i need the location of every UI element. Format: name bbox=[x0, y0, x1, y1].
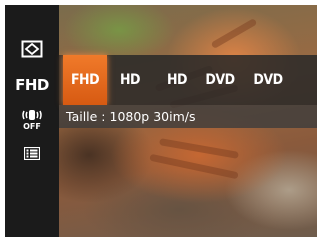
sidebar-resolution-label: FHD bbox=[15, 76, 49, 94]
resolution-option-hd[interactable]: HD bbox=[108, 55, 152, 105]
scene-frame-icon[interactable] bbox=[5, 38, 59, 60]
fur-stripe bbox=[158, 138, 240, 159]
sidebar: FHD OFF bbox=[5, 5, 59, 237]
stabilizer-off-label: OFF bbox=[23, 121, 41, 131]
fur-stripe bbox=[149, 153, 239, 180]
resolution-option-dvd-2[interactable]: DVD bbox=[246, 55, 290, 105]
resolution-option-hd-2[interactable]: HD bbox=[155, 55, 199, 105]
camera-screen: FHD OFF FHD HD HD DVD DVD Taille: 1080p… bbox=[0, 0, 320, 240]
menu-list-icon[interactable] bbox=[5, 145, 59, 161]
fur-stripe bbox=[210, 17, 258, 50]
sidebar-item-resolution[interactable]: FHD bbox=[5, 72, 59, 98]
resolution-option-dvd[interactable]: DVD bbox=[198, 55, 242, 105]
stabilizer-off-icon[interactable]: OFF bbox=[5, 105, 59, 133]
resolution-info: Taille : 1080p 30im/s bbox=[59, 105, 317, 128]
resolution-option-fhd[interactable]: FHD bbox=[63, 55, 107, 105]
